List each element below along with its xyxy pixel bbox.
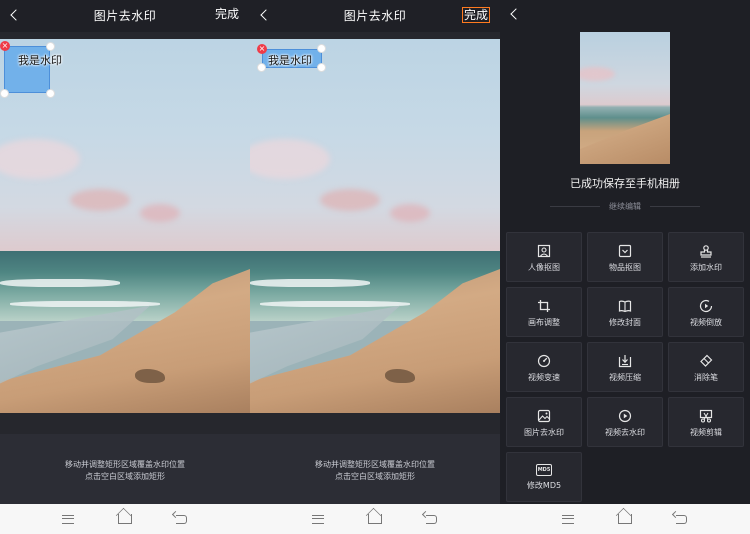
menu-icon bbox=[62, 514, 75, 524]
menu-button[interactable] bbox=[59, 512, 77, 526]
tool-video-compress[interactable]: 视频压缩 bbox=[587, 342, 663, 392]
photo-canvas[interactable] bbox=[250, 39, 500, 413]
resize-handle[interactable] bbox=[317, 44, 326, 53]
tool-object-cutout[interactable]: 物品抠图 bbox=[587, 232, 663, 282]
portrait-icon bbox=[537, 244, 551, 258]
system-nav-bar bbox=[500, 504, 750, 534]
tool-video-speed[interactable]: 视频变速 bbox=[506, 342, 582, 392]
tool-canvas-adjust[interactable]: 画布调整 bbox=[506, 287, 582, 337]
hint-text: 移动并调整矩形区域覆盖水印位置 点击空白区域添加矩形 bbox=[315, 460, 435, 481]
hint-area: 移动并调整矩形区域覆盖水印位置 点击空白区域添加矩形 bbox=[250, 434, 500, 504]
resize-handle[interactable] bbox=[46, 89, 55, 98]
watermark-text: 我是水印 bbox=[18, 54, 62, 67]
tool-video-watermark-removal[interactable]: 视频去水印 bbox=[587, 397, 663, 447]
eraser-icon bbox=[699, 354, 713, 368]
tool-portrait-cutout[interactable]: 人像抠图 bbox=[506, 232, 582, 282]
home-icon bbox=[367, 514, 382, 524]
page-title: 图片去水印 bbox=[93, 9, 157, 23]
hint-text: 移动并调整矩形区域覆盖水印位置 点击空白区域添加矩形 bbox=[65, 460, 185, 481]
stamp-icon bbox=[699, 244, 713, 258]
menu-icon bbox=[312, 514, 325, 524]
system-back-button[interactable] bbox=[173, 512, 191, 526]
home-icon bbox=[117, 514, 132, 524]
tool-image-watermark-removal[interactable]: 图片去水印 bbox=[506, 397, 582, 447]
continue-editing-label: 继续编辑 bbox=[550, 201, 700, 212]
scissors-icon bbox=[699, 409, 713, 423]
hint-area: 移动并调整矩形区域覆盖水印位置 点击空白区域添加矩形 bbox=[0, 434, 250, 504]
home-button[interactable] bbox=[616, 512, 634, 526]
top-bar: 图片去水印 完成 bbox=[0, 0, 250, 32]
home-button[interactable] bbox=[366, 512, 384, 526]
back-button[interactable] bbox=[508, 5, 524, 23]
return-icon bbox=[676, 514, 688, 524]
menu-button[interactable] bbox=[309, 512, 327, 526]
saved-image-thumbnail bbox=[580, 32, 670, 164]
tool-add-watermark[interactable]: 添加水印 bbox=[668, 232, 744, 282]
system-back-button[interactable] bbox=[673, 512, 691, 526]
tool-modify-md5[interactable]: MD5 修改MD5 bbox=[506, 452, 582, 502]
resize-handle[interactable] bbox=[0, 89, 9, 98]
done-button[interactable]: 完成 bbox=[461, 7, 490, 23]
home-button[interactable] bbox=[116, 512, 134, 526]
photo-canvas[interactable] bbox=[0, 39, 250, 413]
resize-handle[interactable] bbox=[317, 63, 326, 72]
tool-change-cover[interactable]: 修改封面 bbox=[587, 287, 663, 337]
tool-video-reverse[interactable]: 视频倒放 bbox=[668, 287, 744, 337]
return-icon bbox=[176, 514, 188, 524]
save-success-message: 已成功保存至手机相册 bbox=[570, 177, 680, 190]
md5-icon: MD5 bbox=[536, 464, 552, 476]
book-icon bbox=[618, 299, 632, 313]
resize-handle[interactable] bbox=[46, 42, 55, 51]
watermark-text: 我是水印 bbox=[268, 54, 312, 67]
speed-icon bbox=[537, 354, 551, 368]
reverse-play-icon bbox=[699, 299, 713, 313]
save-result-screen: 已成功保存至手机相册 继续编辑 人像抠图 物品抠图 添加水印 画布调整 修改封面 bbox=[500, 0, 750, 534]
delete-rect-button[interactable]: × bbox=[257, 44, 267, 54]
chevron-left-icon bbox=[510, 8, 522, 20]
return-icon bbox=[426, 514, 438, 524]
menu-button[interactable] bbox=[559, 512, 577, 526]
image-icon bbox=[537, 409, 551, 423]
menu-icon bbox=[562, 514, 575, 524]
done-button[interactable]: 完成 bbox=[214, 7, 240, 21]
tool-video-clip[interactable]: 视频剪辑 bbox=[668, 397, 744, 447]
play-circle-icon bbox=[618, 409, 632, 423]
compress-icon bbox=[618, 354, 632, 368]
delete-rect-button[interactable]: × bbox=[0, 41, 10, 51]
top-bar: 图片去水印 完成 bbox=[250, 0, 500, 32]
tool-eraser-pen[interactable]: 消除笔 bbox=[668, 342, 744, 392]
crop-icon bbox=[537, 299, 551, 313]
home-icon bbox=[617, 514, 632, 524]
system-nav-bar bbox=[250, 504, 500, 534]
object-cutout-icon bbox=[618, 244, 632, 258]
editor-screen-2: 图片去水印 完成 移动并调整矩形区域覆盖水印位置 点击空白区域添加矩形 bbox=[250, 0, 500, 534]
resize-handle[interactable] bbox=[257, 63, 266, 72]
system-nav-bar bbox=[0, 504, 250, 534]
system-back-button[interactable] bbox=[423, 512, 441, 526]
